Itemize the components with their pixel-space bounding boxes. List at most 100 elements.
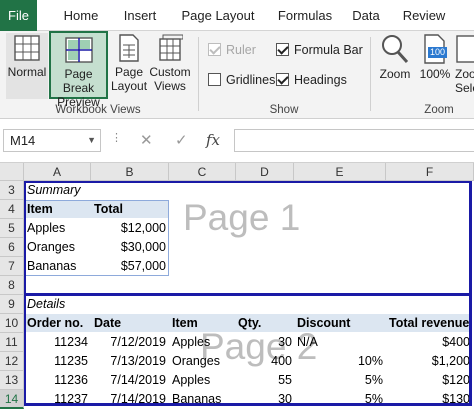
row-header-9[interactable]: 9 (0, 295, 24, 314)
summary-item[interactable]: Apples (27, 219, 65, 238)
zoom-to-selection-label-2: Sele (455, 81, 474, 95)
row-header-4[interactable]: 4 (0, 200, 24, 219)
order-item[interactable]: Apples (172, 333, 210, 352)
column-header-d[interactable]: D (236, 163, 294, 181)
column-header-a[interactable]: A (24, 163, 91, 181)
show-group-label: Show (269, 104, 299, 116)
order-discount[interactable]: 10% (294, 352, 383, 371)
page-layout-icon (119, 34, 139, 62)
summary-total[interactable]: $30,000 (91, 238, 166, 257)
headings-checkbox[interactable]: Headings (276, 72, 356, 88)
order-number[interactable]: 11235 (24, 352, 88, 371)
order-qty[interactable]: 400 (236, 352, 292, 371)
order-revenue[interactable]: $130 (386, 390, 470, 409)
summary-header-item[interactable]: Item (27, 200, 53, 219)
order-item[interactable]: Apples (172, 371, 210, 390)
ruler-checkbox[interactable]: Ruler (208, 42, 268, 58)
row-header-3[interactable]: 3 (0, 181, 24, 200)
order-discount[interactable]: 5% (294, 371, 383, 390)
row-header-13[interactable]: 13 (0, 371, 24, 390)
order-discount[interactable]: 5% (294, 390, 383, 409)
row-header-5[interactable]: 5 (0, 219, 24, 238)
row-header-8[interactable]: 8 (0, 276, 24, 295)
custom-views-button[interactable]: Custom Views (148, 33, 192, 99)
details-header-qty[interactable]: Qty. (238, 314, 261, 333)
summary-item[interactable]: Oranges (27, 238, 75, 257)
chevron-down-icon[interactable]: ▼ (87, 130, 96, 151)
page-break-line-middle[interactable] (24, 293, 472, 296)
fx-icon[interactable]: fx (206, 129, 220, 152)
details-header-order[interactable]: Order no. (27, 314, 83, 333)
order-date[interactable]: 7/12/2019 (91, 333, 166, 352)
order-item[interactable]: Bananas (172, 390, 221, 409)
gridlines-label: Gridlines (226, 73, 276, 87)
order-item[interactable]: Oranges (172, 352, 220, 371)
order-date[interactable]: 7/13/2019 (91, 352, 166, 371)
custom-views-label-1: Custom (149, 65, 191, 79)
name-box[interactable]: M14 ▼ (3, 129, 101, 152)
order-discount[interactable]: N/A (297, 333, 318, 352)
zoom-to-selection-button[interactable]: Zoo Sele (455, 33, 474, 99)
order-qty[interactable]: 30 (236, 333, 292, 352)
row-header-6[interactable]: 6 (0, 238, 24, 257)
summary-total[interactable]: $12,000 (91, 219, 166, 238)
details-title[interactable]: Details (27, 295, 65, 314)
page-break-preview-button[interactable]: Page Break Preview (49, 31, 108, 109)
tab-formulas[interactable]: Formulas (272, 0, 338, 31)
details-header-item[interactable]: Item (172, 314, 198, 333)
order-number[interactable]: 11234 (24, 333, 88, 352)
summary-total[interactable]: $57,000 (91, 257, 166, 276)
tab-home[interactable]: Home (57, 0, 105, 31)
order-number[interactable]: 11236 (24, 371, 88, 390)
order-number[interactable]: 11237 (24, 390, 88, 409)
gridlines-checkbox[interactable]: Gridlines (208, 72, 276, 88)
column-header-f[interactable]: F (386, 163, 474, 181)
tab-file[interactable]: File (0, 0, 37, 31)
tab-data[interactable]: Data (348, 0, 384, 31)
column-header-b[interactable]: B (91, 163, 169, 181)
gridlines-check-icon (208, 73, 221, 86)
ruler-check-icon (208, 43, 221, 56)
order-revenue[interactable]: $1,200 (386, 352, 470, 371)
order-revenue[interactable]: $400 (386, 333, 470, 352)
row-header-10[interactable]: 10 (0, 314, 24, 333)
normal-view-button[interactable]: Normal (6, 33, 48, 99)
zoom-100-icon: 100 (422, 33, 448, 65)
row-header-7[interactable]: 7 (0, 257, 24, 276)
zoom-group-label: Zoom (424, 104, 454, 116)
tab-page-layout[interactable]: Page Layout (178, 0, 258, 31)
more-options-icon[interactable]: ⋮ (111, 131, 122, 144)
cancel-icon[interactable]: ✕ (140, 129, 153, 152)
zoom-100-button[interactable]: 100 100% (418, 33, 452, 99)
formula-input[interactable] (234, 129, 474, 152)
page-break-line-top[interactable] (24, 181, 472, 183)
workbook-views-group-label: Workbook Views (55, 104, 141, 116)
formula-bar-checkbox[interactable]: Formula Bar (276, 42, 366, 58)
page-layout-label-2: Layout (111, 79, 148, 93)
summary-title[interactable]: Summary (27, 181, 80, 200)
column-header-e[interactable]: E (294, 163, 386, 181)
details-header-date[interactable]: Date (94, 314, 121, 333)
order-date[interactable]: 7/14/2019 (91, 390, 166, 409)
tab-insert[interactable]: Insert (117, 0, 163, 31)
worksheet-grid[interactable]: A B C D E F 3 4 5 6 7 8 9 10 11 12 13 14… (0, 163, 474, 409)
details-header-discount[interactable]: Discount (297, 314, 350, 333)
enter-icon[interactable]: ✓ (175, 129, 188, 152)
summary-header-total[interactable]: Total (94, 200, 123, 219)
formula-bar-label: Formula Bar (294, 43, 363, 57)
order-date[interactable]: 7/14/2019 (91, 371, 166, 390)
zoom-button[interactable]: Zoom (375, 33, 415, 99)
custom-views-icon (159, 34, 183, 61)
details-header-revenue[interactable]: Total revenue (389, 314, 469, 333)
tab-review[interactable]: Review (399, 0, 449, 31)
select-all-corner[interactable] (0, 163, 24, 181)
order-revenue[interactable]: $120 (386, 371, 470, 390)
row-header-12[interactable]: 12 (0, 352, 24, 371)
row-header-14[interactable]: 14 (0, 390, 24, 409)
summary-item[interactable]: Bananas (27, 257, 76, 276)
page-layout-view-button[interactable]: Page Layout (111, 33, 147, 99)
order-qty[interactable]: 30 (236, 390, 292, 409)
column-header-c[interactable]: C (169, 163, 236, 181)
row-header-11[interactable]: 11 (0, 333, 24, 352)
order-qty[interactable]: 55 (236, 371, 292, 390)
